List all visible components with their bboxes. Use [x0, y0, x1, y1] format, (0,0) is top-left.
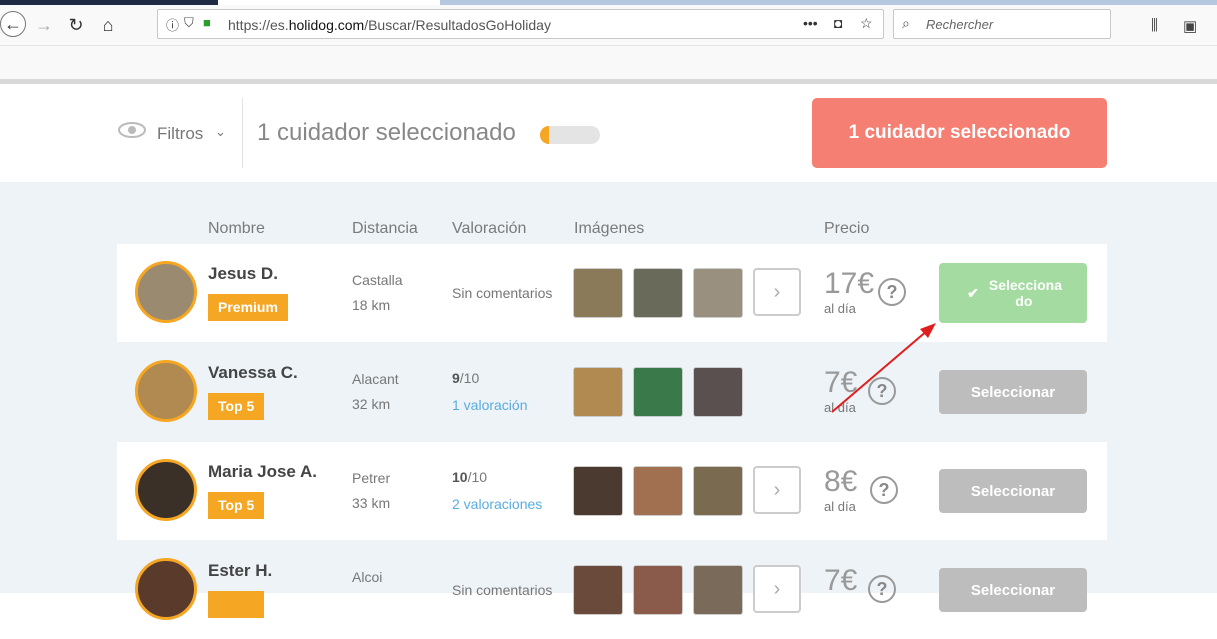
avatar[interactable] [135, 261, 197, 323]
sitter-badge: Top 5 [208, 492, 265, 519]
sitter-badge [208, 591, 264, 618]
url-text[interactable]: https://es.holidog.com/Buscar/Resultados… [228, 17, 551, 33]
sitter-row[interactable]: Jesus D. Premium Castalla 18 km Sin come… [117, 244, 1107, 342]
reviews-link[interactable]: 1 valoración [452, 397, 528, 413]
price-help-icon[interactable]: ? [878, 278, 906, 306]
reviews-link[interactable]: 2 valoraciones [452, 496, 542, 512]
page-actions-icon[interactable]: ••• [803, 15, 818, 31]
price-unit: al día [824, 499, 856, 514]
search-placeholder: Rechercher [926, 17, 994, 32]
column-header-price: Precio [824, 220, 870, 237]
sitter-photo[interactable] [573, 268, 623, 318]
search-icon: ⌕ [902, 15, 910, 31]
sitter-photo[interactable] [633, 466, 683, 516]
forward-arrow-icon[interactable]: → [31, 12, 57, 38]
sitter-row[interactable]: Maria Jose A. Top 5 Petrer 33 km 10/10 2… [117, 442, 1107, 540]
selection-progress-fill [540, 126, 549, 144]
sitter-photo[interactable] [633, 268, 683, 318]
selection-progress-bar [540, 126, 600, 144]
sitter-photo[interactable] [633, 367, 683, 417]
column-header-distance: Distancia [352, 220, 418, 237]
sitter-photo[interactable] [693, 268, 743, 318]
sitter-photo[interactable] [573, 565, 623, 615]
avatar[interactable] [135, 459, 197, 521]
reload-icon[interactable]: ↻ [63, 12, 89, 38]
more-photos-button[interactable]: › [753, 268, 801, 316]
sitter-name[interactable]: Jesus D. [208, 264, 278, 284]
browser-toolbar: ← → ↻ ⌂ ⓘ ⛉ ■ https://es.holidog.com/Bus… [0, 5, 1217, 45]
price-help-icon[interactable]: ? [870, 476, 898, 504]
price-unit: al día [824, 400, 856, 415]
results-list: Nombre Distancia Valoración Imágenes Pre… [0, 182, 1217, 620]
select-sitter-button[interactable]: Seleccionar [939, 469, 1087, 513]
rating-score: 9/10 [452, 370, 480, 386]
back-arrow-icon[interactable]: ← [0, 11, 26, 37]
info-icon[interactable]: ⓘ [166, 15, 179, 34]
avatar[interactable] [135, 558, 197, 620]
header-divider [242, 98, 243, 168]
sitter-badge: Top 5 [208, 393, 265, 420]
sitter-city: Alcoi [352, 569, 383, 585]
home-icon[interactable]: ⌂ [95, 12, 121, 38]
bookmarks-bar [0, 45, 1217, 80]
shield-icon[interactable]: ⛉ [184, 15, 194, 31]
sitter-name[interactable]: Vanessa C. [208, 363, 298, 383]
sitter-distance: 32 km [352, 396, 391, 412]
more-photos-button[interactable]: › [753, 466, 801, 514]
sitter-city: Petrer [352, 470, 391, 486]
sitter-photo[interactable] [693, 367, 743, 417]
sitter-distance: 18 km [352, 297, 391, 313]
avatar[interactable] [135, 360, 197, 422]
sitter-distance: 33 km [352, 495, 391, 511]
sitter-name[interactable]: Maria Jose A. [208, 462, 317, 482]
selected-count-text: 1 cuidador seleccionado [257, 119, 516, 146]
sitter-price: 8€ [824, 465, 858, 498]
sitter-photo[interactable] [573, 466, 623, 516]
filters-toggle[interactable]: Filtros [157, 124, 203, 144]
sitter-photo[interactable] [693, 565, 743, 615]
column-header-name: Nombre [208, 220, 265, 237]
sitter-price: 17€ [824, 267, 875, 300]
rating-score: 10/10 [452, 469, 488, 485]
more-photos-button[interactable]: › [753, 565, 801, 613]
bookmark-star-icon[interactable]: ☆ [860, 15, 873, 32]
sitter-price: 7€ [824, 366, 858, 399]
sitter-city: Castalla [352, 272, 403, 288]
sitter-row[interactable]: Vanessa C. Top 5 Alacant 32 km 9/10 1 va… [117, 343, 1107, 441]
sitter-photo[interactable] [633, 565, 683, 615]
price-help-icon[interactable]: ? [868, 575, 896, 603]
select-sitter-button[interactable]: ✔ Selecciona do [939, 263, 1087, 323]
results-header: Filtros ⌄ 1 cuidador seleccionado 1 cuid… [0, 84, 1217, 182]
selected-sitters-button[interactable]: 1 cuidador seleccionado [812, 98, 1107, 168]
url-bar[interactable]: ⓘ ⛉ ■ https://es.holidog.com/Buscar/Resu… [157, 9, 884, 39]
price-unit: al día [824, 301, 856, 316]
sitter-name[interactable]: Ester H. [208, 561, 272, 581]
library-icon[interactable]: ⫼ [1151, 17, 1158, 34]
chevron-down-icon[interactable]: ⌄ [215, 124, 226, 140]
browser-search-box[interactable]: ⌕ Rechercher [893, 9, 1111, 39]
no-comments-text: Sin comentarios [452, 285, 553, 301]
column-header-images: Imágenes [574, 220, 645, 237]
no-comments-text: Sin comentarios [452, 582, 553, 598]
lock-icon[interactable]: ■ [203, 15, 211, 30]
column-header-rating: Valoración [452, 220, 527, 237]
price-help-icon[interactable]: ? [868, 377, 896, 405]
check-icon: ✔ [967, 284, 979, 301]
sidebar-icon[interactable]: ▣ [1183, 17, 1197, 35]
eye-icon[interactable] [118, 122, 146, 138]
sitter-city: Alacant [352, 371, 399, 387]
select-sitter-button[interactable]: Seleccionar [939, 370, 1087, 414]
pocket-icon[interactable]: ◘ [834, 15, 842, 31]
select-sitter-button[interactable]: Seleccionar [939, 568, 1087, 612]
sitter-photo[interactable] [573, 367, 623, 417]
sitter-badge: Premium [208, 294, 288, 321]
sitter-photo[interactable] [693, 466, 743, 516]
sitter-row[interactable]: Ester H. Alcoi Sin comentarios › 7€ ? Se… [117, 541, 1107, 639]
